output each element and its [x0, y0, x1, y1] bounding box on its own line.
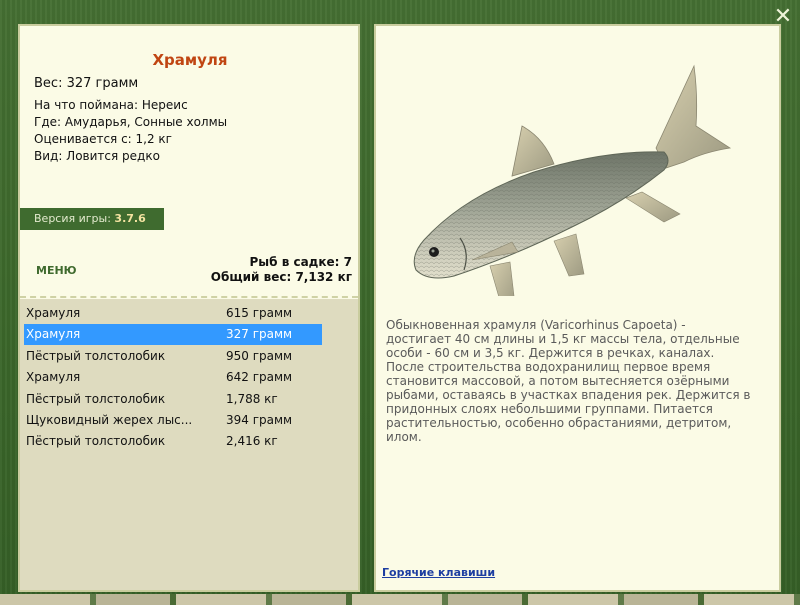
list-item[interactable]: Храмуля 615 грамм	[24, 303, 322, 324]
list-item-weight: 327 грамм	[226, 327, 293, 342]
hotkeys-link[interactable]: Горячие клавиши	[382, 566, 495, 579]
keep-total-weight: Общий вес: 7,132 кг	[210, 270, 352, 284]
list-item-weight: 642 грамм	[226, 370, 293, 385]
fish-detail-panel: Обыкновенная храмуля (Varicorhinus Capoe…	[374, 24, 781, 592]
fish-rarity: Вид: Ловится редко	[34, 149, 160, 163]
list-item[interactable]: Храмуля 327 грамм	[24, 324, 322, 346]
list-item-weight: 1,788 кг	[226, 391, 278, 406]
list-item-weight: 950 грамм	[226, 348, 293, 363]
keep-count: Рыб в садке: 7	[249, 255, 353, 269]
list-item-weight: 615 грамм	[226, 306, 293, 320]
fish-description: Обыкновенная храмуля (Varicorhinus Capoe…	[386, 318, 751, 444]
game-window-frame: ✕ Храмуля Вес: 327 грамм На что поймана:…	[0, 0, 800, 605]
bottom-strip	[0, 594, 800, 605]
list-item[interactable]: Щуковидный жерех лыс... 394 грамм	[24, 410, 322, 431]
list-item[interactable]: Пёстрый толстолобик 2,416 кг	[24, 431, 322, 452]
list-item-weight: 394 грамм	[226, 413, 293, 427]
fish-location: Где: Амударья, Сонные холмы	[34, 115, 228, 129]
list-item[interactable]: Пёстрый толстолобик 1,788 кг	[24, 389, 322, 410]
fish-info-panel: Храмуля Вес: 327 грамм На что поймана: Н…	[18, 24, 360, 592]
list-item[interactable]: Храмуля 642 грамм	[24, 367, 322, 388]
divider	[20, 296, 358, 298]
version-bar: Версия игры: 3.7.6	[20, 208, 164, 230]
list-item-weight: 2,416 кг	[226, 434, 278, 449]
list-item[interactable]: Пёстрый толстолобик 950 грамм	[24, 346, 322, 367]
list-item-name: Пёстрый толстолобик	[26, 391, 166, 406]
version-value: 3.7.6	[114, 212, 146, 225]
version-label: Версия игры:	[34, 212, 111, 225]
fish-value: Оценивается с: 1,2 кг	[34, 132, 172, 146]
catch-list[interactable]: Храмуля 615 грамм Храмуля 327 грамм Пёстрый …	[20, 299, 358, 590]
fish-image	[413, 64, 732, 296]
list-item-name: Пёстрый толстолобик	[26, 434, 166, 449]
list-item-name: Пёстрый толстолобик	[26, 348, 166, 363]
fish-weight: Вес: 327 грамм	[34, 76, 139, 91]
list-item-name: Храмуля	[26, 370, 81, 385]
list-item-name: Храмуля	[26, 306, 81, 320]
keep-stats: Рыб в садке: 7 Общий вес: 7,132 кг	[211, 255, 352, 285]
fish-bait: На что поймана: Нереис	[34, 98, 188, 112]
list-item-name: Щуковидный жерех лыс...	[26, 413, 193, 427]
menu-button[interactable]: МЕНЮ	[36, 264, 77, 277]
fish-title: Храмуля	[152, 51, 228, 69]
list-item-name: Храмуля	[26, 327, 81, 342]
